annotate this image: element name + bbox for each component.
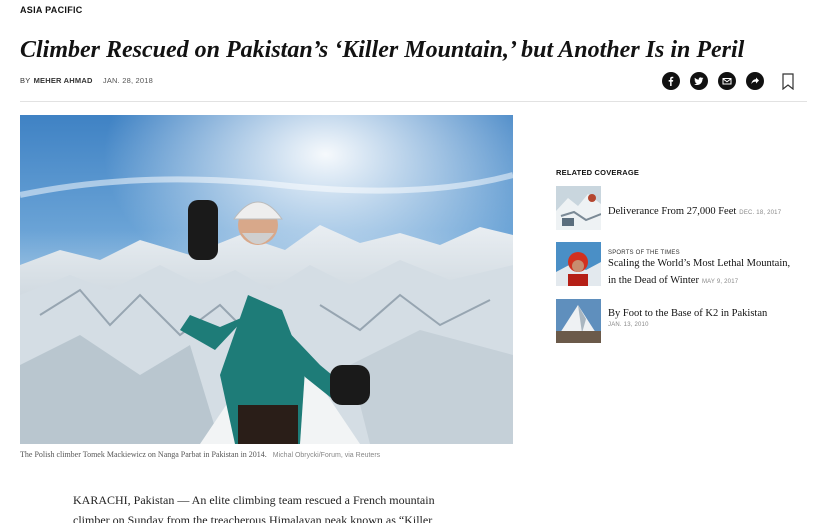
facebook-icon[interactable] [662, 72, 680, 90]
photo-credit: Michal Obrycki/Forum, via Reuters [272, 452, 381, 459]
related-thumbnail[interactable] [556, 299, 601, 343]
share-arrow-icon[interactable] [746, 72, 764, 90]
twitter-icon[interactable] [690, 72, 708, 90]
bookmark-icon[interactable] [782, 72, 794, 90]
email-icon[interactable] [718, 72, 736, 90]
byline-prefix: By [20, 76, 31, 85]
related-item[interactable]: By Foot to the Base of K2 in Pakistan JA… [556, 299, 767, 343]
related-headline[interactable]: By Foot to the Base of K2 in Pakistan [608, 307, 767, 320]
related-kicker: SPORTS OF THE TIMES [608, 250, 680, 256]
related-thumbnail[interactable] [556, 242, 601, 286]
share-toolbar [662, 71, 794, 91]
related-headline-continued[interactable]: in the Dead of Winter [608, 275, 699, 286]
related-coverage: RELATED COVERAGE Deliverance From 27,000… [556, 168, 808, 343]
related-headline[interactable]: Deliverance From 27,000 Feet [608, 206, 736, 217]
related-date: DEC. 18, 2017 [739, 210, 782, 216]
hero-photo [20, 115, 513, 444]
related-item[interactable]: Deliverance From 27,000 Feet DEC. 18, 201… [556, 186, 781, 230]
related-item[interactable]: SPORTS OF THE TIMES Scaling the World’s … [556, 242, 790, 288]
photo-caption: The Polish climber Tomek Mackiewicz on N… [20, 450, 380, 459]
article-body: KARACHI, Pakistan — An elite climbing te… [73, 490, 473, 523]
caption-text: The Polish climber Tomek Mackiewicz on N… [20, 450, 267, 459]
related-date: JAN. 13, 2010 [608, 322, 649, 328]
article-headline: Climber Rescued on Pakistan’s ‘Killer Mo… [20, 37, 745, 63]
header-divider [20, 101, 807, 102]
body-line: climber on Sunday from the treacherous H… [73, 513, 433, 523]
related-thumbnail[interactable] [556, 186, 601, 230]
publish-date: JAN. 28, 2018 [102, 76, 154, 85]
related-headline[interactable]: Scaling the World’s Most Lethal Mountain… [608, 257, 790, 270]
related-coverage-title: RELATED COVERAGE [556, 168, 640, 177]
body-line: KARACHI, Pakistan — An elite climbing te… [73, 493, 435, 507]
byline: By MEHER AHMAD JAN. 28, 2018 [20, 76, 153, 85]
author-link[interactable]: MEHER AHMAD [34, 76, 93, 85]
related-date: MAY 9, 2017 [701, 279, 739, 285]
section-label[interactable]: ASIA PACIFIC [20, 5, 83, 15]
